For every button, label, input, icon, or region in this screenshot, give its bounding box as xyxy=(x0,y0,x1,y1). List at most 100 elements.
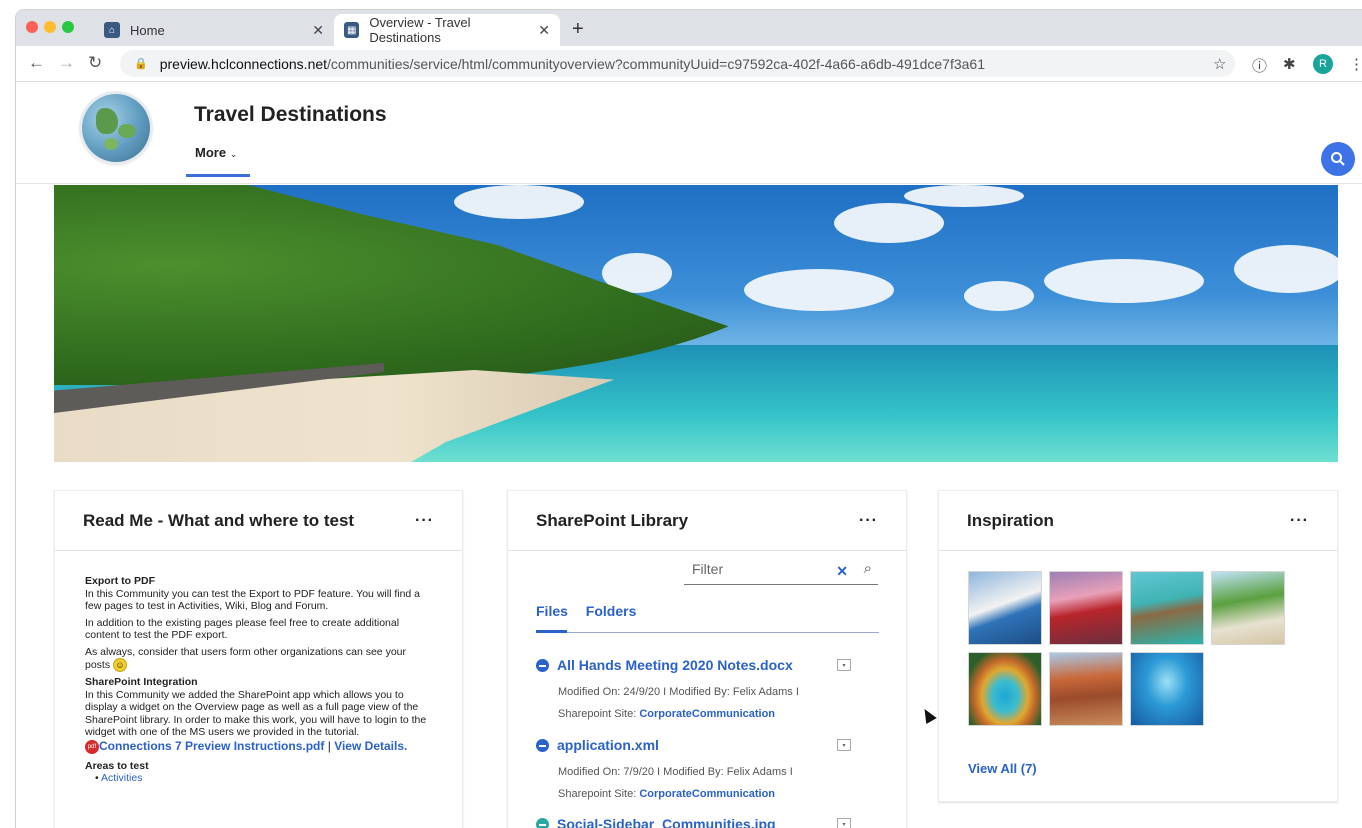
clear-filter-icon[interactable]: ✕ xyxy=(836,563,848,580)
more-active-indicator xyxy=(186,174,250,177)
close-tab-icon[interactable]: ✕ xyxy=(312,22,324,39)
close-window-button[interactable] xyxy=(26,21,38,33)
file-meta: Modified On: 24/9/20 I Modified By: Feli… xyxy=(558,681,881,725)
chevron-down-icon: ⌄ xyxy=(229,149,238,159)
smiley-icon: ☺ xyxy=(113,658,128,672)
community-logo xyxy=(82,94,150,162)
file-name-row[interactable]: application.xml xyxy=(536,737,881,753)
activities-link[interactable]: Activities xyxy=(101,772,142,784)
tab-home[interactable]: ⌂ Home ✕ xyxy=(94,14,334,46)
readme-content: Export to PDF In this Community you can … xyxy=(55,551,462,785)
url-field[interactable]: 🔒 preview.hclconnections.net/communities… xyxy=(120,50,1235,77)
file-menu-icon[interactable]: ▾ xyxy=(837,739,851,751)
url-path: /communities/service/html/communityoverv… xyxy=(327,55,985,72)
close-tab-icon[interactable]: ✕ xyxy=(538,22,550,39)
url-host: preview.hclconnections.net xyxy=(159,55,328,72)
file-icon xyxy=(536,738,549,752)
thumbnail-santorini[interactable] xyxy=(968,571,1042,645)
home-icon: ⌂ xyxy=(104,22,120,38)
sharepoint-paragraph: In this Community we added the SharePoin… xyxy=(85,688,427,739)
view-details-link[interactable]: View Details. xyxy=(334,739,407,753)
site-label: Sharepoint Site: xyxy=(558,708,637,720)
site-label: Sharepoint Site: xyxy=(558,788,637,800)
tab-bar: ⌂ Home ✕ ▦ Overview - Travel Destination… xyxy=(16,10,1362,46)
image-file-icon xyxy=(536,817,549,828)
search-button[interactable] xyxy=(1321,142,1355,176)
areas-list-item: • Activities xyxy=(95,772,143,784)
inspiration-header: Inspiration ··· xyxy=(939,491,1337,551)
file-name-row[interactable]: All Hands Meeting 2020 Notes.docx xyxy=(536,657,881,673)
window-controls xyxy=(26,21,74,33)
tab-label: Overview - Travel Destinations xyxy=(369,15,471,45)
file-name[interactable]: application.xml xyxy=(557,737,659,753)
readme-title: Read Me - What and where to test xyxy=(83,510,355,530)
file-menu-icon[interactable]: ▾ xyxy=(837,818,851,828)
tab-overview[interactable]: ▦ Overview - Travel Destinations ✕ xyxy=(334,14,560,46)
pdf-icon: pdf xyxy=(85,739,99,754)
search-icon xyxy=(1331,152,1345,166)
zoom-window-button[interactable] xyxy=(62,21,74,33)
export-paragraph-2: In addition to the existing pages please… xyxy=(85,616,400,642)
export-heading: Export to PDF xyxy=(85,575,155,587)
active-tab-indicator xyxy=(536,630,567,633)
more-menu[interactable]: More ⌄ xyxy=(195,145,237,160)
sharepoint-header: SharePoint Library ··· xyxy=(508,491,906,551)
more-label: More xyxy=(195,145,227,160)
thumbnail-underwater[interactable] xyxy=(1130,652,1204,726)
back-arrow-icon[interactable]: ← xyxy=(28,53,45,73)
file-name[interactable]: Social-Sidebar_Communities.jpg xyxy=(557,816,776,828)
site-link[interactable]: CorporateCommunication xyxy=(639,788,775,800)
minimize-window-button[interactable] xyxy=(44,21,56,33)
sharepoint-heading: SharePoint Integration xyxy=(85,676,198,688)
community-icon: ▦ xyxy=(344,22,360,38)
inspiration-widget: Inspiration ··· View All (7) xyxy=(938,490,1338,802)
thumbnail-pagoda[interactable] xyxy=(1049,571,1123,645)
mouse-cursor xyxy=(919,705,937,725)
pdf-attachment-link[interactable]: Connections 7 Preview Instructions.pdf xyxy=(99,739,324,753)
file-item: application.xml ▾ Modified On: 7/9/20 I … xyxy=(536,737,881,805)
file-modified: Modified On: 7/9/20 I Modified By: Felix… xyxy=(558,766,793,778)
file-name[interactable]: All Hands Meeting 2020 Notes.docx xyxy=(557,657,793,673)
file-item: All Hands Meeting 2020 Notes.docx ▾ Modi… xyxy=(536,657,881,725)
community-banner-image xyxy=(54,185,1338,462)
file-item: Social-Sidebar_Communities.jpg ▾ xyxy=(536,816,881,828)
tab-folders[interactable]: Folders xyxy=(586,603,637,619)
search-icon[interactable]: ⌕ xyxy=(864,560,872,577)
file-icon xyxy=(536,658,549,672)
readme-menu-icon[interactable]: ··· xyxy=(415,512,434,530)
sharepoint-menu-icon[interactable]: ··· xyxy=(859,512,878,530)
community-header: Travel Destinations More ⌄ xyxy=(16,82,1362,184)
tab-files[interactable]: Files xyxy=(536,603,568,619)
site-link[interactable]: CorporateCommunication xyxy=(639,708,775,720)
thumbnail-hot-spring[interactable] xyxy=(968,652,1042,726)
file-name-row[interactable]: Social-Sidebar_Communities.jpg xyxy=(536,816,881,828)
tab-label: Home xyxy=(130,22,165,38)
sharepoint-title: SharePoint Library xyxy=(536,510,689,530)
areas-heading: Areas to test xyxy=(85,759,149,772)
address-bar-row: ← → ↻ 🔒 preview.hclconnections.net/commu… xyxy=(16,46,1362,82)
extensions-puzzle-icon[interactable]: ✱ xyxy=(1283,55,1296,73)
export-paragraph-1: In this Community you can test the Expor… xyxy=(85,587,421,613)
bookmark-star-icon[interactable]: ☆ xyxy=(1213,55,1226,73)
sharepoint-widget: SharePoint Library ··· Filter ✕ ⌕ Files … xyxy=(507,490,907,828)
readme-header: Read Me - What and where to test ··· xyxy=(55,491,462,551)
lock-icon: 🔒 xyxy=(134,58,148,70)
export-paragraph-3-text: As always, consider that users form othe… xyxy=(85,645,406,671)
new-tab-button[interactable]: + xyxy=(572,18,584,41)
profile-avatar[interactable]: R xyxy=(1313,54,1333,74)
thumbnail-overwater-bungalows[interactable] xyxy=(1130,571,1204,645)
inspiration-menu-icon[interactable]: ··· xyxy=(1290,512,1309,530)
forward-arrow-icon[interactable]: → xyxy=(58,53,75,73)
reload-icon[interactable]: ↻ xyxy=(88,53,102,73)
export-paragraph-3: As always, consider that users form othe… xyxy=(85,645,432,672)
thumbnail-florence[interactable] xyxy=(1049,652,1123,726)
file-menu-icon[interactable]: ▾ xyxy=(837,659,851,671)
browser-menu-icon[interactable]: ⋮ xyxy=(1349,55,1362,73)
community-title: Travel Destinations xyxy=(194,103,387,126)
view-all-link[interactable]: View All (7) xyxy=(968,761,1037,776)
thumbnail-palm-beach[interactable] xyxy=(1211,571,1285,645)
file-site-row: Sharepoint Site: CorporateCommunication xyxy=(558,703,881,725)
filter-input[interactable]: Filter ✕ ⌕ xyxy=(684,560,878,585)
extension-info-icon[interactable]: ⓘ xyxy=(1252,55,1267,76)
filter-placeholder: Filter xyxy=(692,561,724,577)
